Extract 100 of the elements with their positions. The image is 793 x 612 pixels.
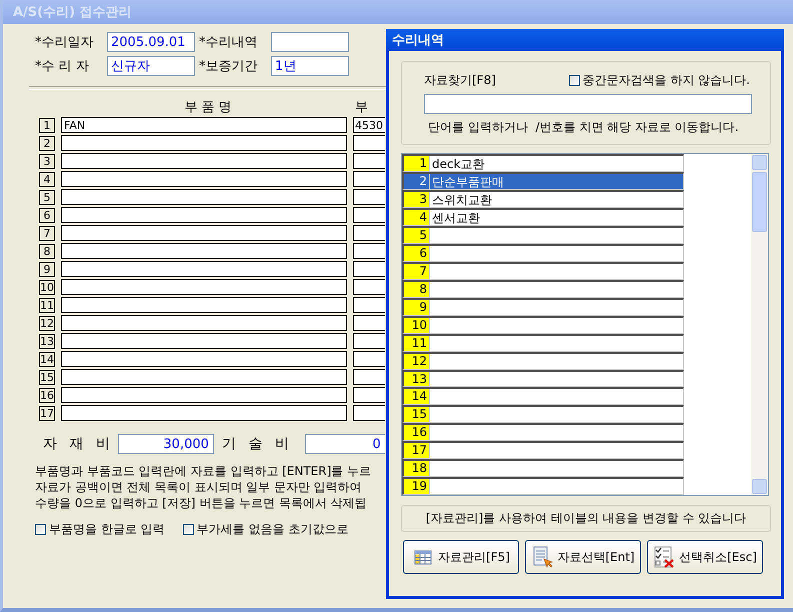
- part-name-field[interactable]: [61, 351, 347, 367]
- part-name-field[interactable]: [61, 207, 347, 223]
- part-code-field[interactable]: [353, 207, 385, 223]
- part-code-field[interactable]: [353, 333, 385, 349]
- help-text: 부품명과 부품코드 입력란에 자료를 입력하고 [ENTER]를 누르: [35, 464, 372, 479]
- part-name-field[interactable]: [61, 333, 347, 349]
- part-name-field[interactable]: [61, 243, 347, 259]
- option-checkbox[interactable]: 중간문자검색을 하지 않습니다.: [568, 72, 750, 89]
- row-number-button[interactable]: 13: [39, 334, 55, 348]
- list-row[interactable]: 6: [402, 244, 684, 262]
- row-number-button[interactable]: 3: [39, 154, 55, 168]
- cost-field[interactable]: 0: [304, 434, 385, 454]
- part-name-field[interactable]: [61, 135, 347, 151]
- list-row[interactable]: 14: [402, 387, 684, 406]
- row-number-button[interactable]: 5: [39, 190, 55, 204]
- part-name-field[interactable]: [61, 171, 347, 187]
- part-code-field[interactable]: [353, 297, 385, 313]
- part-name-field[interactable]: [61, 189, 347, 205]
- checkbox[interactable]: [568, 75, 580, 86]
- row-number-button[interactable]: 8: [39, 244, 55, 258]
- list-row[interactable]: 13: [402, 370, 684, 388]
- checkbox[interactable]: [35, 524, 46, 535]
- list-row[interactable]: 15: [402, 405, 684, 424]
- part-code-field[interactable]: [353, 189, 385, 205]
- row-number-button[interactable]: 2: [39, 136, 55, 150]
- part-name-field[interactable]: [61, 279, 347, 295]
- list-row[interactable]: 10: [402, 316, 684, 334]
- row-number-button[interactable]: 16: [39, 388, 55, 402]
- part-code-field[interactable]: [353, 225, 385, 241]
- list-row[interactable]: 17: [402, 441, 684, 460]
- row-number-button[interactable]: 11: [39, 298, 55, 312]
- row-number-button[interactable]: 6: [39, 208, 55, 222]
- input-field[interactable]: 2005.09.01: [107, 32, 195, 52]
- list-row[interactable]: 16: [402, 423, 684, 442]
- row-number-button[interactable]: 17: [39, 406, 55, 420]
- list-row[interactable]: 19: [402, 477, 684, 496]
- cost-label: 자 재 비: [43, 435, 110, 453]
- part-name-field[interactable]: [61, 261, 347, 277]
- part-code-field[interactable]: [353, 261, 385, 277]
- part-name-field[interactable]: [61, 369, 347, 385]
- list-row[interactable]: 1 deck교환: [402, 154, 684, 172]
- list-row[interactable]: 18: [402, 459, 684, 478]
- row-number-button[interactable]: 14: [39, 352, 55, 366]
- part-code-field[interactable]: [353, 153, 385, 169]
- list-row[interactable]: 4 센서교환: [402, 208, 684, 226]
- column-header: 부: [355, 99, 368, 116]
- dialog-title: 수리내역: [386, 29, 784, 51]
- cost-label: 기 술 비: [222, 435, 289, 453]
- row-number-button[interactable]: 9: [39, 262, 55, 276]
- info-text: [자료관리]를 사용하여 테이블의 내용을 변경할 수 있습니다: [401, 505, 771, 532]
- input-field[interactable]: 1년: [271, 56, 349, 76]
- part-name-field[interactable]: [61, 153, 347, 169]
- cost-field[interactable]: 30,000: [118, 434, 214, 454]
- part-code-field[interactable]: [353, 279, 385, 295]
- dialog-button[interactable]: 자료관리[F5]: [403, 540, 519, 574]
- row-number-button[interactable]: 15: [39, 370, 55, 384]
- dialog-button[interactable]: 자료선택[Ent]: [525, 540, 641, 574]
- part-code-field[interactable]: [353, 243, 385, 259]
- list-row[interactable]: 9: [402, 298, 684, 316]
- scrollbar[interactable]: [751, 154, 768, 495]
- part-code-field[interactable]: [353, 369, 385, 385]
- row-number-button[interactable]: 7: [39, 226, 55, 240]
- list-row[interactable]: 7: [402, 262, 684, 280]
- row-number-button[interactable]: 1: [39, 118, 55, 132]
- row-number-button[interactable]: 12: [39, 316, 55, 330]
- checklist-cancel-icon: [653, 546, 676, 568]
- option-checkbox[interactable]: 부품명을 한글로 입력: [35, 521, 165, 538]
- row-number-button[interactable]: 10: [39, 280, 55, 294]
- part-code-field[interactable]: [353, 387, 385, 403]
- part-name-field[interactable]: [61, 387, 347, 403]
- part-code-field[interactable]: [353, 135, 385, 151]
- document-pointer-icon: [531, 546, 554, 568]
- part-code-field[interactable]: [353, 351, 385, 367]
- help-text: 자료가 공백이면 전체 목록이 표시되며 일부 문자만 입력하여: [35, 480, 362, 495]
- part-code-field[interactable]: [353, 171, 385, 187]
- search-field[interactable]: [424, 94, 752, 114]
- list-row[interactable]: 12: [402, 352, 684, 370]
- list-row[interactable]: 3 스위치교환: [402, 190, 684, 208]
- part-code-field[interactable]: [353, 405, 385, 421]
- field-label: *수리일자: [35, 34, 94, 51]
- option-checkbox[interactable]: 부가세를 없음을 초기값으로: [182, 521, 348, 538]
- part-name-field[interactable]: [61, 225, 347, 241]
- part-name-field[interactable]: FAN: [61, 117, 347, 133]
- input-field[interactable]: [271, 32, 349, 52]
- column-header: 부 품 명: [183, 99, 233, 116]
- part-code-field[interactable]: 4530: [353, 117, 385, 133]
- field-label: *수리내역: [199, 34, 258, 51]
- row-number-button[interactable]: 4: [39, 172, 55, 186]
- part-name-field[interactable]: [61, 405, 347, 421]
- list-row[interactable]: 2 단순부품판매: [402, 172, 684, 190]
- part-name-field[interactable]: [61, 315, 347, 331]
- list-row[interactable]: 11: [402, 334, 684, 352]
- dialog-button[interactable]: 선택취소[Esc]: [647, 540, 763, 574]
- input-field[interactable]: 신규자: [107, 56, 195, 76]
- checkbox[interactable]: [182, 524, 194, 535]
- part-code-field[interactable]: [353, 315, 385, 331]
- window-title: A/S(수리) 접수관리: [3, 0, 793, 24]
- list-row[interactable]: 8: [402, 280, 684, 298]
- part-name-field[interactable]: [61, 297, 347, 313]
- list-row[interactable]: 5: [402, 226, 684, 244]
